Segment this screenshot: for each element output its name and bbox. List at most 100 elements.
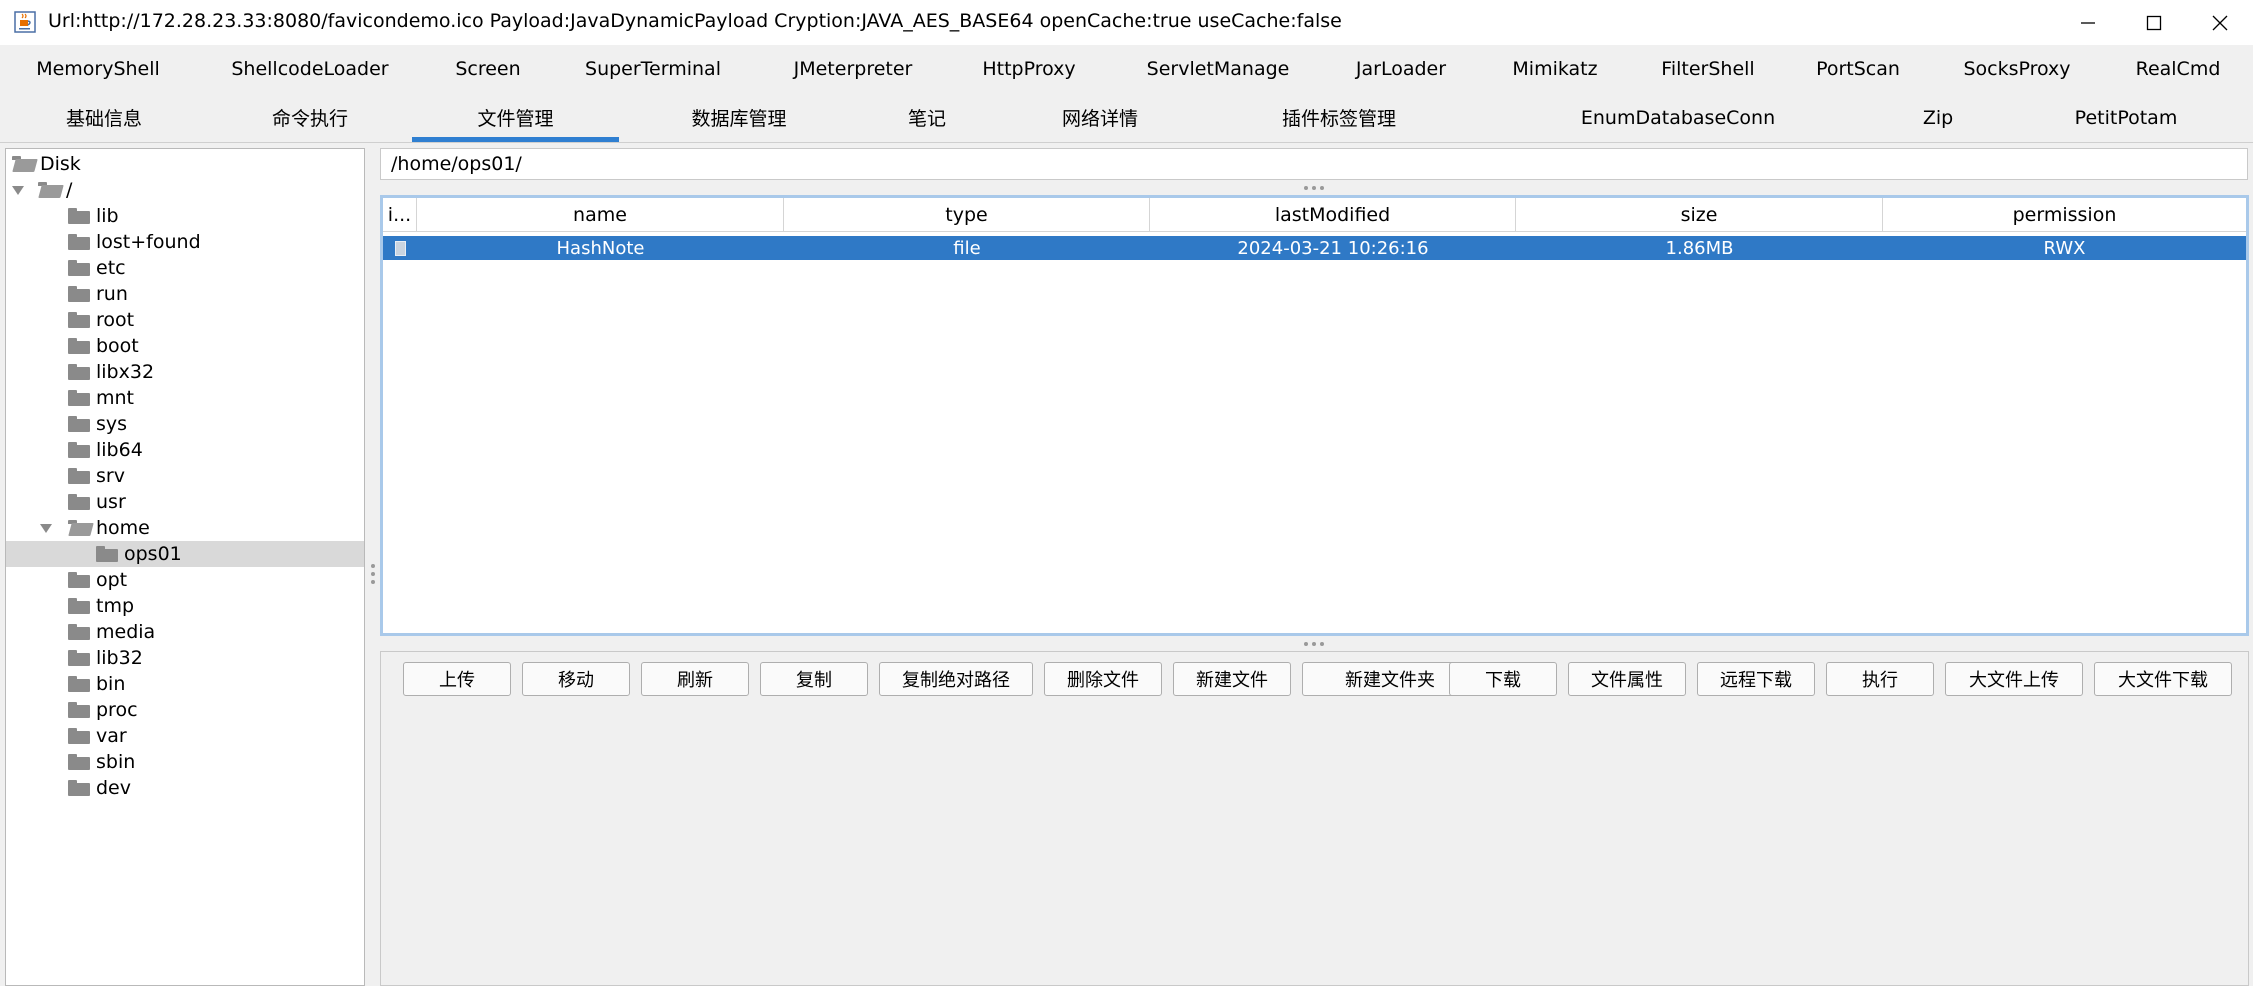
folder-icon — [68, 624, 90, 640]
expand-arrow-icon[interactable] — [40, 523, 52, 533]
new-file-button[interactable]: 新建文件 — [1173, 662, 1291, 696]
tree-node[interactable]: media — [68, 619, 426, 645]
tree-node[interactable]: proc — [68, 697, 426, 723]
tree-node[interactable]: mnt — [68, 385, 426, 411]
java-cup-icon — [14, 11, 36, 33]
tree-node[interactable]: var — [68, 723, 426, 749]
tree-node[interactable]: sbin — [68, 749, 426, 775]
tab-screen[interactable]: Screen — [436, 45, 540, 93]
tab-servletmanage[interactable]: ServletManage — [1140, 45, 1296, 93]
cell-type: file — [953, 237, 981, 259]
copy-button[interactable]: 复制 — [760, 662, 868, 696]
path-input[interactable]: /home/ops01/ — [380, 148, 2248, 180]
folder-icon — [68, 260, 90, 276]
tab-socksproxy[interactable]: SocksProxy — [1960, 45, 2074, 93]
move-button[interactable]: 移动 — [522, 662, 630, 696]
tree-node[interactable]: run — [68, 281, 426, 307]
column-header-type[interactable]: type — [784, 198, 1150, 232]
tab-petitpotam[interactable]: PetitPotam — [2060, 93, 2192, 142]
tree-node-label: lib — [96, 205, 119, 227]
tab-database-manager[interactable]: 数据库管理 — [672, 93, 806, 142]
tab-memoryshell[interactable]: MemoryShell — [20, 45, 176, 93]
close-icon — [2212, 15, 2228, 30]
download-button[interactable]: 下载 — [1449, 662, 1557, 696]
tab-mimikatz[interactable]: Mimikatz — [1500, 45, 1610, 93]
tree-node-label: lost+found — [96, 231, 201, 253]
tab-jmeterpreter[interactable]: JMeterpreter — [775, 45, 931, 93]
tab-plugin-tag-manager[interactable]: 插件标签管理 — [1270, 93, 1408, 142]
tree-node[interactable]: lib — [68, 203, 426, 229]
tree-node[interactable]: lib32 — [68, 645, 426, 671]
column-header-size[interactable]: size — [1516, 198, 1883, 232]
tree-node-disk[interactable]: Disk — [12, 151, 370, 177]
tree-node[interactable]: libx32 — [68, 359, 426, 385]
directory-tree[interactable]: Disk / lib lost+found etc run root boot … — [5, 148, 365, 986]
tree-node-label: home — [96, 517, 150, 539]
refresh-button[interactable]: 刷新 — [641, 662, 749, 696]
tab-network-details[interactable]: 网络详情 — [1040, 93, 1160, 142]
file-table[interactable]: i... name type lastModified size permiss… — [380, 195, 2249, 636]
cell-size: 1.86MB — [1665, 237, 1734, 259]
tree-node-label: dev — [96, 777, 131, 799]
tab-zip[interactable]: Zip — [1900, 93, 1976, 142]
tree-node[interactable]: lost+found — [68, 229, 426, 255]
column-header-name[interactable]: name — [417, 198, 784, 232]
tab-file-manager[interactable]: 文件管理 — [412, 93, 619, 142]
column-header-icon[interactable]: i... — [383, 198, 417, 232]
tab-shellcodeloader[interactable]: ShellcodeLoader — [225, 45, 395, 93]
tree-node[interactable]: srv — [68, 463, 426, 489]
tree-node-label: / — [66, 179, 73, 201]
folder-icon — [96, 546, 118, 562]
tree-node[interactable]: root — [68, 307, 426, 333]
expand-arrow-icon[interactable] — [12, 185, 24, 195]
tab-superterminal[interactable]: SuperTerminal — [575, 45, 731, 93]
tab-command-exec[interactable]: 命令执行 — [250, 93, 370, 142]
execute-button[interactable]: 执行 — [1826, 662, 1934, 696]
file-cell-icon — [383, 236, 417, 260]
tree-node-ops01[interactable]: ops01 — [6, 541, 364, 567]
large-file-download-button[interactable]: 大文件下载 — [2094, 662, 2232, 696]
tree-node-label: opt — [96, 569, 128, 591]
tab-filtershell[interactable]: FilterShell — [1650, 45, 1766, 93]
tree-node-home[interactable]: home — [40, 515, 398, 541]
folder-icon — [68, 338, 90, 354]
plugin-tab-row: MemoryShell ShellcodeLoader Screen Super… — [0, 45, 2253, 93]
tree-node[interactable]: lib64 — [68, 437, 426, 463]
vertical-splitter[interactable] — [370, 560, 376, 590]
file-properties-button[interactable]: 文件属性 — [1568, 662, 1686, 696]
minimize-button[interactable] — [2055, 0, 2121, 45]
column-header-lastmodified[interactable]: lastModified — [1150, 198, 1516, 232]
column-header-permission[interactable]: permission — [1883, 198, 2246, 232]
tab-realcmd[interactable]: RealCmd — [2128, 45, 2228, 93]
folder-icon — [68, 312, 90, 328]
upload-button[interactable]: 上传 — [403, 662, 511, 696]
tree-node-root[interactable]: / — [12, 177, 370, 203]
tree-node[interactable]: etc — [68, 255, 426, 281]
tree-node-label: proc — [96, 699, 138, 721]
tree-node[interactable]: boot — [68, 333, 426, 359]
tab-enumdatabaseconn[interactable]: EnumDatabaseConn — [1580, 93, 1776, 142]
delete-file-button[interactable]: 删除文件 — [1044, 662, 1162, 696]
tab-jarloader[interactable]: JarLoader — [1345, 45, 1457, 93]
remote-download-button[interactable]: 远程下载 — [1697, 662, 1815, 696]
copy-absolute-path-button[interactable]: 复制绝对路径 — [879, 662, 1033, 696]
folder-icon — [68, 442, 90, 458]
folder-icon — [68, 728, 90, 744]
horizontal-splitter-bottom[interactable] — [1302, 641, 1326, 647]
tree-node[interactable]: dev — [68, 775, 426, 801]
tree-node[interactable]: bin — [68, 671, 426, 697]
maximize-button[interactable] — [2121, 0, 2187, 45]
large-file-upload-button[interactable]: 大文件上传 — [1945, 662, 2083, 696]
folder-icon — [68, 390, 90, 406]
tab-basic-info[interactable]: 基础信息 — [44, 93, 164, 142]
table-row[interactable]: HashNote file 2024-03-21 10:26:16 1.86MB… — [383, 236, 2246, 260]
horizontal-splitter-top[interactable] — [1302, 185, 1326, 191]
close-button[interactable] — [2187, 0, 2253, 45]
tree-node[interactable]: tmp — [68, 593, 426, 619]
tab-notes[interactable]: 笔记 — [880, 93, 974, 142]
tree-node[interactable]: sys — [68, 411, 426, 437]
folder-icon — [68, 208, 90, 224]
tab-httpproxy[interactable]: HttpProxy — [965, 45, 1093, 93]
tree-node[interactable]: usr — [68, 489, 426, 515]
tab-portscan[interactable]: PortScan — [1808, 45, 1908, 93]
